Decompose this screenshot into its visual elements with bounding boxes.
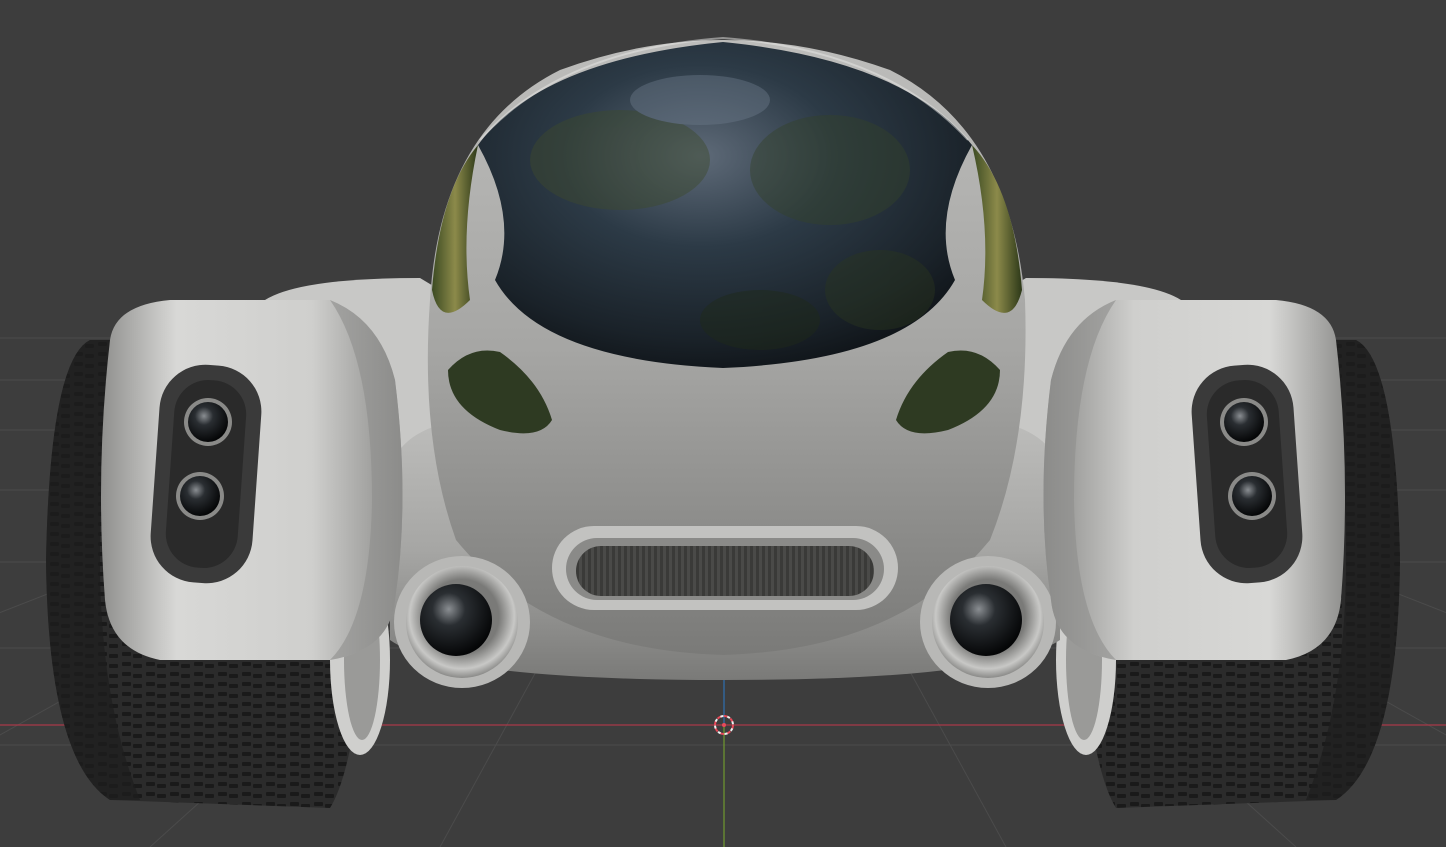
fender-sensor-pod-right (1191, 364, 1303, 584)
viewport-3d[interactable] (0, 0, 1446, 847)
front-fender-left[interactable] (101, 300, 403, 660)
origin-dot-icon (722, 723, 726, 727)
headlight-left[interactable] (394, 556, 530, 688)
headlight-right[interactable] (920, 556, 1056, 688)
viewport-canvas[interactable] (0, 0, 1446, 847)
front-fender-right[interactable] (1043, 300, 1346, 660)
fender-sensor-pod-left (150, 364, 262, 584)
front-grille[interactable] (552, 526, 898, 610)
